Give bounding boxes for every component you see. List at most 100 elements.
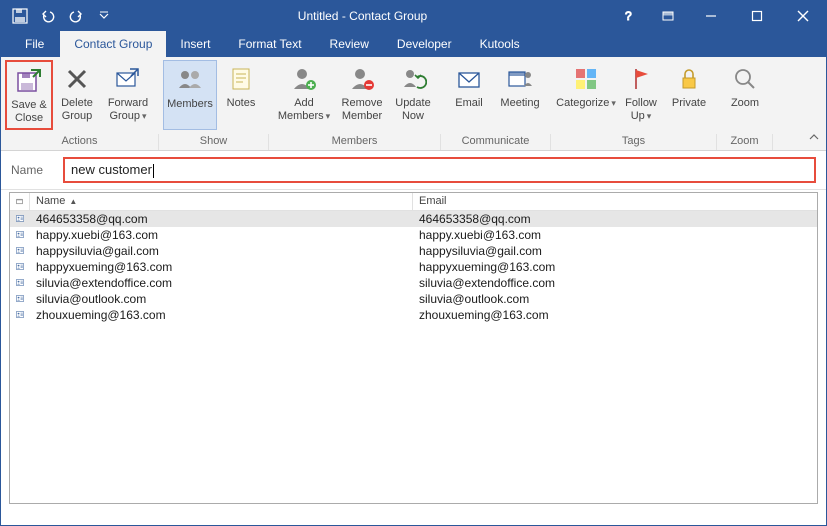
remove-member-icon [346, 63, 378, 95]
private-button[interactable]: Private [665, 60, 713, 130]
collapse-ribbon-button[interactable] [808, 131, 820, 146]
redo-icon [68, 8, 84, 24]
attachment-icon [16, 196, 23, 207]
notes-button[interactable]: Notes [217, 60, 265, 130]
redo-button[interactable] [63, 3, 89, 29]
help-button[interactable]: ? [608, 1, 648, 31]
ribbon-tabs: File Contact Group Insert Format Text Re… [1, 31, 826, 57]
members-label: Members [167, 98, 213, 111]
update-now-label: Update Now [391, 97, 435, 123]
private-label: Private [672, 97, 706, 110]
window-title: Untitled - Contact Group [117, 9, 608, 23]
tab-insert[interactable]: Insert [166, 31, 224, 57]
tab-format-text[interactable]: Format Text [224, 31, 315, 57]
maximize-button[interactable] [734, 1, 780, 31]
contact-card-icon [10, 309, 30, 320]
table-row[interactable]: 464653358@qq.com464653358@qq.com [10, 211, 817, 227]
notes-label: Notes [227, 97, 256, 110]
undo-button[interactable] [35, 3, 61, 29]
column-header-name[interactable]: Name ▲ [30, 193, 413, 210]
maximize-icon [751, 10, 763, 22]
meeting-button[interactable]: Meeting [493, 60, 547, 130]
remove-member-label: Remove Member [337, 97, 387, 123]
save-and-close-button[interactable]: Save & Close [5, 60, 53, 130]
ribbon-display-options-button[interactable] [648, 1, 688, 31]
add-members-button[interactable]: Add Members [273, 60, 335, 130]
table-row[interactable]: siluvia@extendoffice.comsiluvia@extendof… [10, 275, 817, 291]
remove-member-button[interactable]: Remove Member [335, 60, 389, 130]
svg-text:?: ? [625, 9, 632, 23]
add-member-icon [288, 63, 320, 95]
quick-access-toolbar [1, 3, 117, 29]
forward-icon [112, 63, 144, 95]
ribbon-group-zoom: Zoom Zoom [717, 57, 773, 150]
column-email-label: Email [419, 195, 447, 207]
member-name: happy.xuebi@163.com [30, 228, 413, 242]
member-email: siluvia@extendoffice.com [413, 276, 817, 290]
group-label-communicate: Communicate [441, 134, 551, 150]
table-row[interactable]: happysiluvia@gail.comhappysiluvia@gail.c… [10, 243, 817, 259]
contact-card-icon [10, 261, 30, 272]
close-button[interactable] [780, 1, 826, 31]
members-list[interactable]: Name ▲ Email 464653358@qq.com464653358@q… [9, 192, 818, 504]
tab-kutools[interactable]: Kutools [466, 31, 534, 57]
tab-developer[interactable]: Developer [383, 31, 466, 57]
table-row[interactable]: happyxueming@163.comhappyxueming@163.com [10, 259, 817, 275]
qat-customize-button[interactable] [91, 3, 117, 29]
column-header-email[interactable]: Email [413, 193, 817, 210]
members-button[interactable]: Members [163, 60, 217, 130]
members-icon [174, 64, 206, 96]
chevron-down-icon [99, 11, 109, 21]
email-button[interactable]: Email [445, 60, 493, 130]
member-name: 464653358@qq.com [30, 212, 413, 226]
lock-icon [673, 63, 705, 95]
follow-up-button[interactable]: Follow Up [617, 60, 665, 130]
zoom-button[interactable]: Zoom [721, 60, 769, 130]
add-members-label: Add Members [275, 97, 333, 123]
ribbon-group-actions: Save & Close Delete Group Forward Group … [1, 57, 159, 150]
delete-group-label: Delete Group [55, 97, 99, 123]
tab-contact-group[interactable]: Contact Group [60, 31, 166, 57]
zoom-label: Zoom [731, 97, 759, 110]
ribbon-group-members: Add Members Remove Member Update Now Mem… [269, 57, 441, 150]
group-label-zoom: Zoom [717, 134, 773, 150]
forward-group-button[interactable]: Forward Group [101, 60, 155, 130]
update-now-button[interactable]: Update Now [389, 60, 437, 130]
save-close-label: Save & Close [9, 99, 49, 125]
member-name: happyxueming@163.com [30, 260, 413, 274]
table-row[interactable]: siluvia@outlook.comsiluvia@outlook.com [10, 291, 817, 307]
member-email: siluvia@outlook.com [413, 292, 817, 306]
member-name: zhouxueming@163.com [30, 308, 413, 322]
meeting-icon [504, 63, 536, 95]
tab-file[interactable]: File [9, 31, 60, 57]
delete-group-button[interactable]: Delete Group [53, 60, 101, 130]
table-row[interactable]: happy.xuebi@163.comhappy.xuebi@163.com [10, 227, 817, 243]
minimize-icon [705, 10, 717, 22]
contact-card-icon [10, 229, 30, 240]
notes-icon [225, 63, 257, 95]
ribbon-options-icon [661, 9, 675, 23]
column-header-icon[interactable] [10, 193, 30, 210]
table-row[interactable]: zhouxueming@163.comzhouxueming@163.com [10, 307, 817, 323]
member-email: 464653358@qq.com [413, 212, 817, 226]
ribbon-group-communicate: Email Meeting Communicate [441, 57, 551, 150]
tab-review[interactable]: Review [316, 31, 383, 57]
help-icon: ? [621, 9, 635, 23]
group-label-tags: Tags [551, 134, 717, 150]
window-controls: ? [608, 1, 826, 31]
member-email: zhouxueming@163.com [413, 308, 817, 322]
minimize-button[interactable] [688, 1, 734, 31]
text-cursor [153, 164, 154, 178]
name-field-row: Name new customer [1, 151, 826, 190]
save-button[interactable] [7, 3, 33, 29]
contact-card-icon [10, 277, 30, 288]
contact-card-icon [10, 245, 30, 256]
name-input-value: new customer [71, 162, 152, 177]
ribbon-group-show: Members Notes Show [159, 57, 269, 150]
group-label-members: Members [269, 134, 441, 150]
flag-icon [625, 63, 657, 95]
name-input[interactable]: new customer [63, 157, 816, 183]
save-close-icon [13, 65, 45, 97]
categorize-button[interactable]: Categorize [555, 60, 617, 130]
group-label-actions: Actions [1, 134, 159, 150]
